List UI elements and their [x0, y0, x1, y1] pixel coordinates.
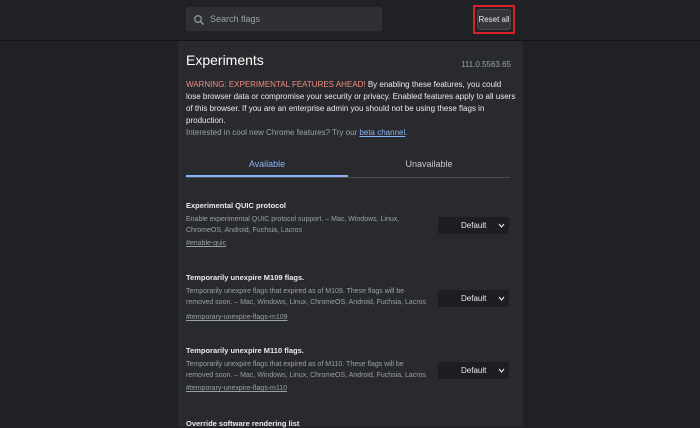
flag-name: Temporarily unexpire M110 flags.	[186, 346, 304, 355]
page-title: Experiments	[186, 52, 264, 68]
flag-description: Temporarily unexpire flags that expired …	[186, 288, 427, 306]
warning-text: WARNING: EXPERIMENTAL FEATURES AHEAD! By…	[186, 79, 516, 127]
flag-anchor-link[interactable]: #temporary-unexpire-flags-m110	[186, 385, 287, 392]
chevron-down-icon	[498, 367, 505, 374]
flag-state-value: Default	[461, 366, 487, 375]
tab-available[interactable]: Available	[186, 151, 348, 177]
tab-unavailable[interactable]: Unavailable	[348, 151, 510, 177]
flag-state-select[interactable]: Default	[438, 290, 509, 307]
version-label: 111.0.5563.65	[461, 60, 511, 69]
search-box[interactable]	[186, 7, 382, 31]
experiments-panel: Experiments 111.0.5563.65 WARNING: EXPER…	[178, 41, 523, 428]
tab-bar: Available Unavailable	[186, 151, 510, 178]
flag-state-select[interactable]: Default	[438, 362, 509, 379]
interest-suffix: .	[405, 128, 408, 137]
flag-state-select[interactable]: Default	[438, 217, 509, 234]
flag-description: Temporarily unexpire flags that expired …	[186, 361, 427, 379]
search-icon	[193, 13, 205, 25]
flag-name: Temporarily unexpire M109 flags.	[186, 273, 305, 282]
flag-name: Experimental QUIC protocol	[186, 201, 287, 210]
flag-anchor-link[interactable]: #temporary-unexpire-flags-m109	[186, 314, 288, 321]
search-input[interactable]	[210, 14, 370, 24]
flag-anchor-link[interactable]: #enable-quic	[186, 240, 226, 247]
flag-description: Enable experimental QUIC protocol suppor…	[186, 216, 400, 234]
interest-label: Interested in cool new Chrome features? …	[186, 128, 360, 137]
top-bar: Reset all	[0, 0, 700, 41]
beta-channel-link[interactable]: beta channel	[359, 128, 405, 137]
flag-state-value: Default	[461, 294, 487, 303]
warning-heading: WARNING: EXPERIMENTAL FEATURES AHEAD!	[186, 80, 366, 89]
chevron-down-icon	[498, 222, 505, 229]
chevron-down-icon	[498, 295, 505, 302]
reset-all-button[interactable]: Reset all	[477, 9, 511, 30]
active-tab-indicator	[186, 175, 348, 177]
interest-text: Interested in cool new Chrome features? …	[186, 128, 407, 137]
flag-state-value: Default	[461, 221, 487, 230]
